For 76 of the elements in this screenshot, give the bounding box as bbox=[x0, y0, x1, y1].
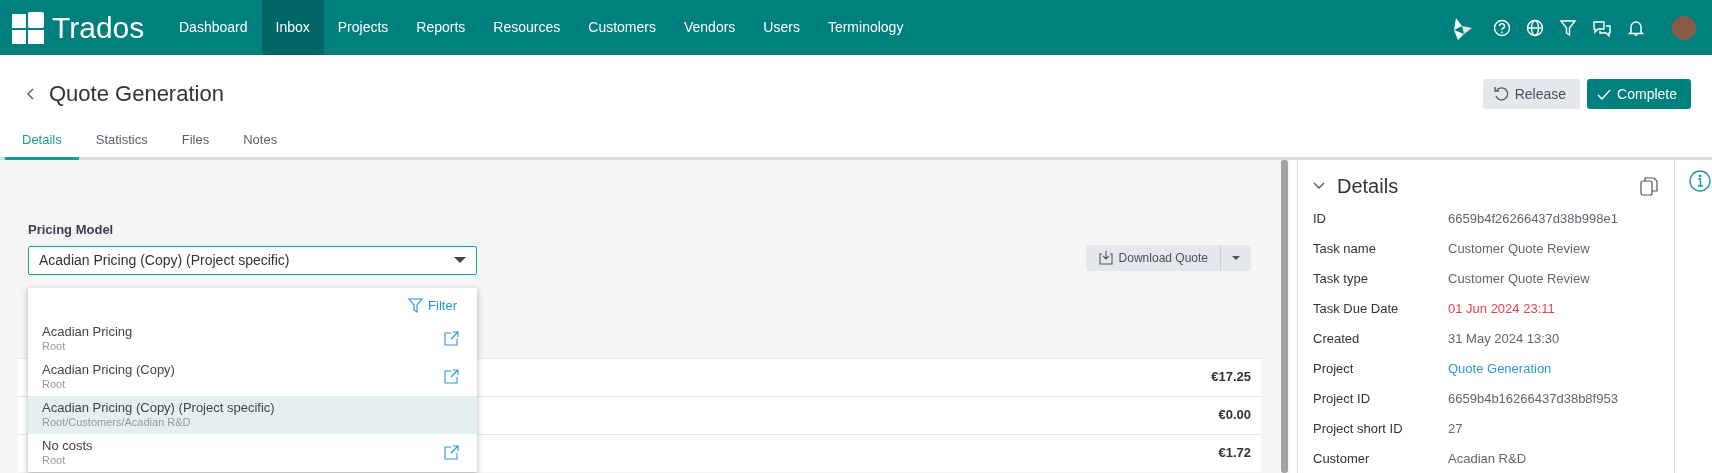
download-icon bbox=[1097, 250, 1114, 265]
field-value: 6659b4b16266437d38b8f953 bbox=[1448, 390, 1618, 409]
option-name: Acadian Pricing (Copy) (Project specific) bbox=[42, 400, 275, 416]
nav-link[interactable]: Customers bbox=[574, 0, 670, 55]
nav-link[interactable]: Terminology bbox=[813, 0, 918, 55]
field-value: Acadian R&D bbox=[1448, 450, 1527, 469]
field-label: Task type bbox=[1313, 270, 1369, 289]
nav-link[interactable]: Dashboard bbox=[165, 0, 262, 55]
complete-button[interactable]: Complete bbox=[1587, 79, 1691, 109]
filter-icon bbox=[408, 298, 424, 314]
tab[interactable]: Files bbox=[164, 129, 227, 160]
option-path: Root bbox=[42, 339, 67, 353]
caret-icon bbox=[1232, 255, 1240, 260]
cost-amount: €0.00 bbox=[1218, 406, 1251, 425]
download-quote-split-button[interactable]: Download Quote bbox=[1085, 244, 1251, 271]
nav-link[interactable]: Users bbox=[749, 0, 814, 55]
field-value: 6659b4f26266437d38b998e1 bbox=[1448, 210, 1618, 229]
field-label: Task Due Date bbox=[1313, 300, 1400, 319]
release-button[interactable]: Release bbox=[1482, 79, 1581, 109]
scrollbar[interactable] bbox=[1281, 160, 1288, 473]
option-name: No costs bbox=[42, 438, 93, 454]
field-value: 27 bbox=[1448, 420, 1463, 439]
field-label: Created bbox=[1313, 330, 1361, 349]
external-link-icon[interactable] bbox=[444, 331, 459, 346]
field-label: Project bbox=[1313, 360, 1355, 379]
option-path: Root bbox=[42, 453, 67, 467]
field-label: Task name bbox=[1313, 240, 1377, 259]
filter-icon[interactable] bbox=[1559, 18, 1577, 37]
nav-link[interactable]: Projects bbox=[323, 0, 403, 55]
option-name: Acadian Pricing (Copy) bbox=[42, 362, 175, 378]
field-value: 01 Jun 2024 23:11 bbox=[1448, 300, 1555, 319]
dropdown-option[interactable]: No costs Root bbox=[28, 433, 477, 472]
filter-button[interactable]: Filter bbox=[388, 296, 477, 320]
section-title: Details bbox=[1337, 174, 1399, 198]
nav-link[interactable]: Vendors bbox=[669, 0, 750, 55]
tab[interactable]: Statistics bbox=[78, 129, 165, 160]
field-label: Pricing Model bbox=[28, 221, 115, 239]
undo-icon bbox=[1492, 86, 1509, 102]
caret-icon bbox=[454, 257, 466, 263]
brand-name[interactable]: Trados bbox=[52, 12, 145, 43]
dropdown-option[interactable]: Acadian Pricing (Copy) Root bbox=[28, 357, 477, 396]
field-label: Project ID bbox=[1313, 390, 1372, 409]
cost-amount: €17.25 bbox=[1211, 368, 1251, 387]
info-icon[interactable] bbox=[1689, 170, 1711, 192]
option-path: Root/Customers/Acadian R&D bbox=[42, 415, 192, 429]
field-value: Customer Quote Review bbox=[1448, 240, 1590, 259]
copy-icon[interactable] bbox=[1640, 176, 1658, 196]
nav-link[interactable]: Reports bbox=[402, 0, 480, 55]
check-icon bbox=[1597, 87, 1612, 101]
tab[interactable]: Notes bbox=[226, 129, 295, 160]
bell-icon[interactable] bbox=[1627, 18, 1645, 37]
field-label: Customer bbox=[1313, 450, 1371, 469]
external-link-icon[interactable] bbox=[444, 445, 459, 460]
project-link[interactable]: Quote Generation bbox=[1448, 359, 1552, 379]
download-quote-button[interactable]: Download Quote bbox=[1085, 244, 1221, 271]
globe-icon[interactable] bbox=[1526, 18, 1544, 37]
nav-link[interactable]: Resources bbox=[479, 0, 575, 55]
dropdown-option[interactable]: Acadian Pricing Root bbox=[28, 319, 477, 358]
pricing-model-select[interactable]: Acadian Pricing (Copy) (Project specific) bbox=[28, 245, 477, 275]
back-icon[interactable] bbox=[26, 88, 35, 100]
page-title: Quote Generation bbox=[49, 80, 224, 108]
nav-link[interactable]: Inbox bbox=[261, 0, 324, 55]
external-link-icon[interactable] bbox=[444, 369, 459, 384]
chat-icon[interactable] bbox=[1592, 18, 1612, 37]
field-label: Project short ID bbox=[1313, 420, 1404, 439]
option-name: Acadian Pricing bbox=[42, 324, 133, 340]
option-path: Root bbox=[42, 377, 67, 391]
field-value: 31 May 2024 13:30 bbox=[1448, 330, 1560, 349]
help-icon[interactable] bbox=[1493, 18, 1511, 37]
field-value: Customer Quote Review bbox=[1448, 270, 1590, 289]
select-value: Acadian Pricing (Copy) (Project specific) bbox=[39, 250, 290, 270]
field-label: ID bbox=[1313, 210, 1327, 229]
cost-amount: €1.72 bbox=[1218, 444, 1251, 463]
logo-icon[interactable] bbox=[12, 11, 44, 44]
dropdown-option[interactable]: Acadian Pricing (Copy) (Project specific) Root/Customers/Acadian R&D bbox=[28, 395, 477, 434]
chevron-icon[interactable] bbox=[1313, 182, 1325, 190]
